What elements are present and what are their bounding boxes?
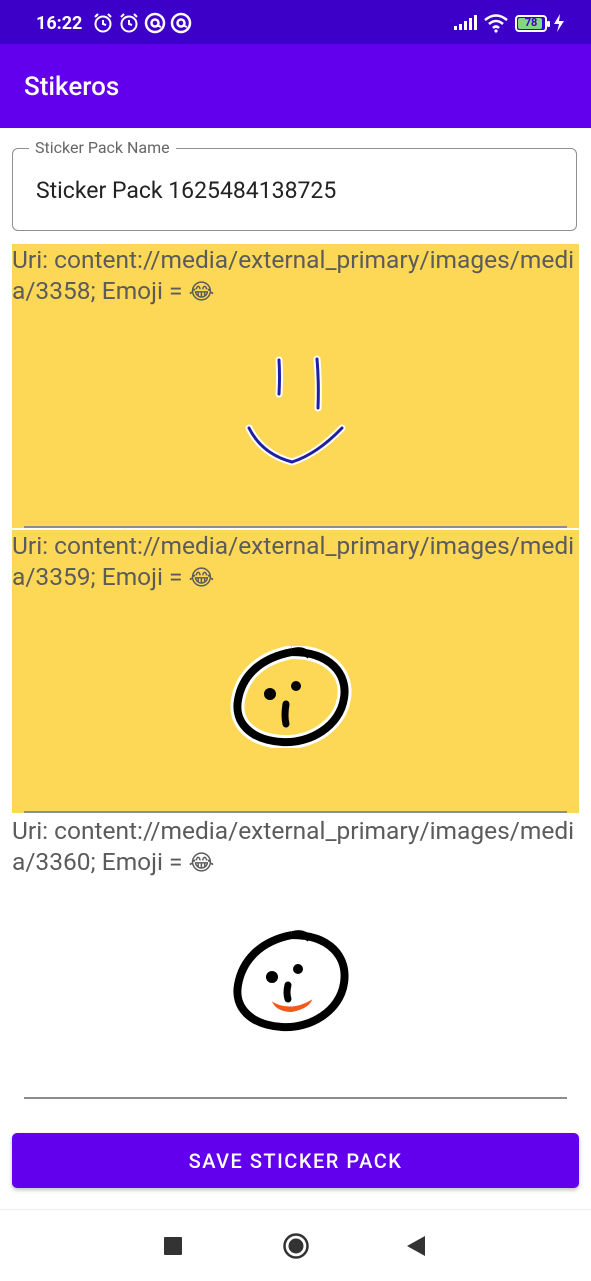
sticker-uri-text: Uri: content://media/external_primary/im… — [12, 245, 575, 305]
emoji-laughing-icon: 😂 — [188, 851, 215, 876]
sticker-item[interactable]: Uri: content://media/external_primary/im… — [12, 815, 579, 1099]
sticker-image — [230, 929, 352, 1033]
wifi-icon — [484, 14, 508, 33]
battery-icon: 78 — [515, 14, 550, 32]
sticker-item[interactable]: Uri: content://media/external_primary/im… — [12, 530, 579, 813]
circle-at-icon — [144, 12, 166, 34]
sticker-image — [245, 355, 346, 466]
sticker-image — [230, 646, 352, 748]
home-circle-icon[interactable] — [282, 1232, 310, 1260]
recents-square-icon[interactable] — [164, 1237, 182, 1255]
sticker-divider — [24, 526, 567, 528]
status-system-icons: 78 — [453, 10, 565, 36]
circle-at-icon — [170, 12, 192, 34]
battery-level: 78 — [524, 15, 538, 29]
sticker-pack-name-input[interactable]: Sticker Pack 1625484138725 — [36, 177, 336, 204]
app-title: Stikeros — [24, 72, 120, 102]
emoji-laughing-icon: 😂 — [188, 280, 215, 305]
sticker-uri-text: Uri: content://media/external_primary/im… — [12, 531, 575, 591]
sticker-pack-name-field[interactable]: Sticker Pack Name Sticker Pack 162548413… — [12, 138, 577, 231]
status-time: 16:22 — [36, 13, 83, 34]
sticker-divider — [24, 1097, 567, 1099]
alarm-clock-icon — [120, 13, 138, 33]
sticker-divider — [24, 811, 567, 813]
app-bar: Stikeros — [0, 44, 591, 128]
charging-bolt-icon — [554, 14, 564, 32]
alarm-icon — [94, 13, 112, 33]
sticker-pack-name-label: Sticker Pack Name — [29, 138, 176, 157]
back-triangle-icon[interactable] — [406, 1235, 426, 1257]
save-sticker-pack-button[interactable]: SAVE STICKER PACK — [12, 1133, 579, 1188]
status-notification-icons — [92, 10, 192, 36]
status-bar: 16:22 78 — [0, 0, 591, 44]
emoji-laughing-icon: 😂 — [188, 566, 215, 591]
sticker-item[interactable]: Uri: content://media/external_primary/im… — [12, 244, 579, 528]
sticker-uri-text: Uri: content://media/external_primary/im… — [12, 816, 575, 876]
signal-icon — [454, 15, 477, 30]
navigation-bar — [0, 1209, 591, 1281]
